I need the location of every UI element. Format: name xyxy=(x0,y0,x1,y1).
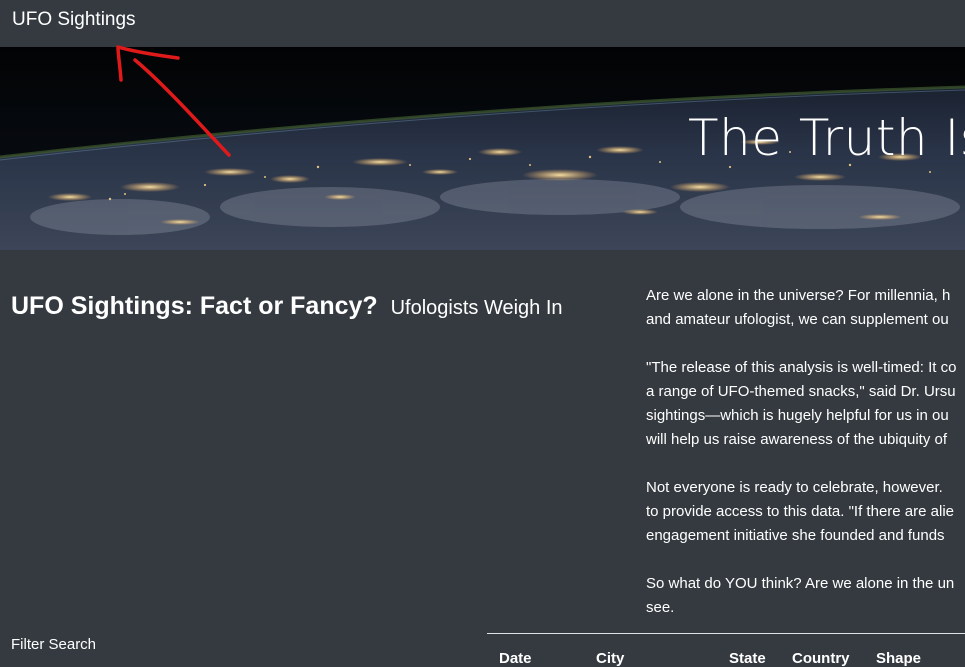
article-paragraph: Are we alone in the universe? For millen… xyxy=(646,284,965,332)
article-line: see. xyxy=(646,599,675,616)
article-line: Are we alone in the universe? For millen… xyxy=(646,287,951,304)
table-header-country[interactable]: Country xyxy=(792,650,850,667)
article-line: "The release of this analysis is well-ti… xyxy=(646,359,957,376)
article-line: a range of UFO-themed snacks," said Dr. … xyxy=(646,383,956,400)
table-header-state[interactable]: State xyxy=(729,650,766,667)
table-header-shape[interactable]: Shape xyxy=(876,650,921,667)
article-line: So what do YOU think? Are we alone in th… xyxy=(646,575,955,592)
article-body: Are we alone in the universe? For millen… xyxy=(646,284,965,644)
article-line: Not everyone is ready to celebrate, howe… xyxy=(646,479,943,496)
article-line: sightings—which is hugely helpful for us… xyxy=(646,407,949,424)
navbar: UFO Sightings xyxy=(0,0,965,47)
brand-link[interactable]: UFO Sightings xyxy=(12,9,136,31)
article-line: engagement initiative she founded and fu… xyxy=(646,527,945,544)
article-line: will help us raise awareness of the ubiq… xyxy=(646,431,947,448)
article-paragraph: Not everyone is ready to celebrate, howe… xyxy=(646,476,965,548)
headline-subtitle: Ufologists Weigh In xyxy=(390,297,563,319)
article-paragraph: "The release of this analysis is well-ti… xyxy=(646,356,965,452)
hero-title: The Truth Is xyxy=(688,109,965,167)
article-line: to provide access to this data. "If ther… xyxy=(646,503,954,520)
filter-search-label: Filter Search xyxy=(11,636,97,653)
table-header-city[interactable]: City xyxy=(596,650,624,667)
table-top-border xyxy=(487,633,965,634)
headline-main: UFO Sightings: Fact or Fancy? xyxy=(11,292,378,320)
hero-banner: The Truth Is xyxy=(0,47,965,250)
table-header-date[interactable]: Date xyxy=(499,650,532,667)
article-paragraph: So what do YOU think? Are we alone in th… xyxy=(646,572,965,620)
page-headline: UFO Sightings: Fact or Fancy? Ufologists… xyxy=(11,285,563,322)
article-line: and amateur ufologist, we can supplement… xyxy=(646,311,949,328)
